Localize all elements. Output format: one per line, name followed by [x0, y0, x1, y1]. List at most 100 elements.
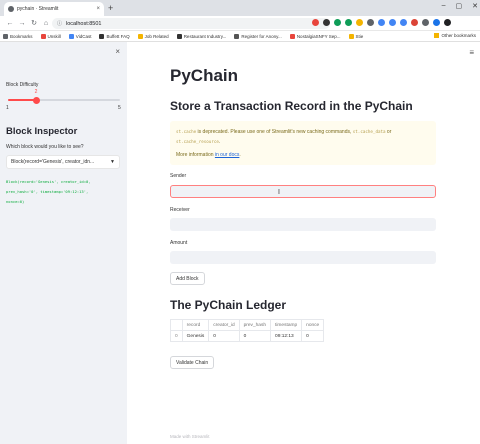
address-bar[interactable]: ⓘ localhost:8501 [52, 18, 330, 29]
dropdown-caret-icon: ▼ [110, 159, 115, 165]
other-bookmarks-label: Other bookmarks [441, 33, 476, 38]
block-select-label: Which block would you like to see? [6, 144, 84, 150]
extension-icon[interactable] [312, 19, 319, 26]
block-code-output: Block(record='Genesis', creator_id=0, pr… [6, 179, 91, 204]
ledger-column-header[interactable]: timestamp [270, 319, 303, 331]
home-icon[interactable]: ⌂ [40, 20, 52, 27]
bookmark-item[interactable]: Restaurant Industry... [176, 33, 226, 39]
sidebar: × Block Difficulty 2 1 5 Block Inspector… [0, 42, 127, 444]
validate-chain-button[interactable]: Validate Chain [170, 356, 215, 369]
slider-fill [8, 99, 36, 101]
extension-icon[interactable] [444, 19, 451, 26]
receiver-label: Receiver [170, 207, 190, 213]
tab-close-icon[interactable]: × [96, 6, 100, 12]
bookmark-item[interactable]: NostalgiaSNFY Sep... [289, 33, 341, 39]
bookmark-item[interactable]: Unskill [40, 33, 61, 39]
block-select-value: Block(record='Genesis', creator_idn... [11, 159, 95, 165]
extension-icons [312, 19, 451, 26]
extension-icon[interactable] [356, 19, 363, 26]
ledger-cell: Genesis [181, 330, 210, 342]
back-icon[interactable]: ← [4, 20, 16, 27]
browser-toolbar: ← → ↻ ⌂ ⓘ localhost:8501 [0, 16, 480, 31]
close-window-icon[interactable]: ✕ [472, 2, 478, 10]
bookmark-label: Register for Anony... [241, 33, 282, 39]
bookmark-favicon-icon [289, 33, 295, 39]
bookmark-favicon-icon [99, 33, 105, 39]
bookmark-label: Job Related [144, 33, 169, 39]
receiver-input[interactable] [170, 218, 436, 231]
amount-label: Amount [170, 240, 188, 246]
extension-icon[interactable] [400, 19, 407, 26]
bookmark-item[interactable]: Stie [348, 33, 364, 39]
bookmark-favicon-icon [137, 33, 143, 39]
warning-text: . [218, 139, 221, 145]
slider-thumb[interactable] [32, 96, 40, 104]
slider-max-label: 5 [118, 105, 121, 111]
amount-input[interactable] [170, 251, 436, 264]
warning-end: . [239, 152, 241, 158]
bookmark-label: VidCast [75, 33, 92, 39]
ledger-column-header[interactable] [170, 319, 183, 331]
extension-icon[interactable] [411, 19, 418, 26]
docs-link[interactable]: in our docs [215, 152, 239, 158]
url-text: localhost:8501 [66, 20, 102, 27]
browser-tabstrip: pychain · Streamlit × + – ▢ ✕ [0, 0, 480, 16]
bookmark-favicon-icon [176, 33, 182, 39]
bookmark-favicon-icon [40, 33, 46, 39]
close-sidebar-icon[interactable]: × [115, 47, 120, 56]
ledger-cell: 0 [301, 330, 325, 342]
bookmark-favicon-icon [234, 33, 240, 39]
ledger-table: record creator_id prev_hash timestamp nonce … [170, 319, 325, 342]
bookmark-favicon-icon [348, 33, 354, 39]
bookmark-label: Unskill [47, 33, 61, 39]
text-cursor-icon: I [278, 189, 280, 196]
slider-min-label: 1 [6, 105, 9, 111]
ledger-column-header[interactable]: prev_hash [238, 319, 272, 331]
bookmark-item[interactable]: Buffett FAQ [99, 33, 130, 39]
bookmarks-bar: Bookmarks Unskill VidCast Buffett FAQ Job Re… [0, 31, 480, 42]
hamburger-menu-icon[interactable]: ≡ [469, 48, 474, 57]
bookmark-label: NostalgiaSNFY Sep... [296, 33, 341, 39]
extension-icon[interactable] [323, 19, 330, 26]
bookmark-label: Stie [355, 33, 364, 39]
extension-icon[interactable] [345, 19, 352, 26]
maximize-icon[interactable]: ▢ [456, 2, 463, 10]
warning-text: is deprecated. Please use one of Streaml… [196, 129, 353, 135]
difficulty-slider[interactable]: 2 [8, 89, 120, 104]
new-tab-button[interactable]: + [108, 3, 113, 13]
warning-text: or [385, 129, 392, 135]
ledger-row: 0 Genesis 0 0 09:12:13 0 [170, 330, 325, 342]
extension-icon[interactable] [433, 19, 440, 26]
bookmark-item[interactable]: Register for Anony... [234, 33, 282, 39]
browser-tab[interactable]: pychain · Streamlit × [4, 2, 104, 16]
ledger-column-header[interactable]: creator_id [208, 319, 240, 331]
info-icon[interactable]: ⓘ [57, 20, 62, 27]
folder-icon [434, 33, 440, 38]
bookmark-item[interactable]: Job Related [137, 33, 169, 39]
bookmark-item[interactable]: Bookmarks [3, 33, 33, 39]
warning-more-text: More information [176, 152, 215, 158]
extension-icon[interactable] [378, 19, 385, 26]
ledger-column-header[interactable]: nonce [301, 319, 325, 331]
extension-icon[interactable] [422, 19, 429, 26]
extension-icon[interactable] [367, 19, 374, 26]
window-controls: – ▢ ✕ [442, 2, 478, 10]
extension-icon[interactable] [389, 19, 396, 26]
block-inspector-heading: Block Inspector [6, 126, 78, 137]
page-title: PyChain [170, 66, 239, 85]
other-bookmarks[interactable]: Other bookmarks [434, 33, 476, 38]
reload-icon[interactable]: ↻ [28, 19, 40, 27]
warning-code: st.cache_resource [176, 139, 219, 144]
add-block-button[interactable]: Add Block [170, 272, 205, 285]
sender-label: Sender [170, 173, 187, 179]
sender-input[interactable]: I [170, 185, 436, 198]
forward-icon[interactable]: → [16, 20, 28, 27]
bookmark-label: Bookmarks [10, 33, 33, 39]
ledger-heading: The PyChain Ledger [170, 298, 287, 312]
minimize-icon[interactable]: – [442, 2, 446, 10]
extension-icon[interactable] [334, 19, 341, 26]
block-select[interactable]: Block(record='Genesis', creator_idn... ▼ [6, 155, 120, 169]
store-transaction-heading: Store a Transaction Record in the PyChai… [170, 99, 413, 113]
ledger-column-header[interactable]: record [181, 319, 210, 331]
bookmark-item[interactable]: VidCast [68, 33, 92, 39]
